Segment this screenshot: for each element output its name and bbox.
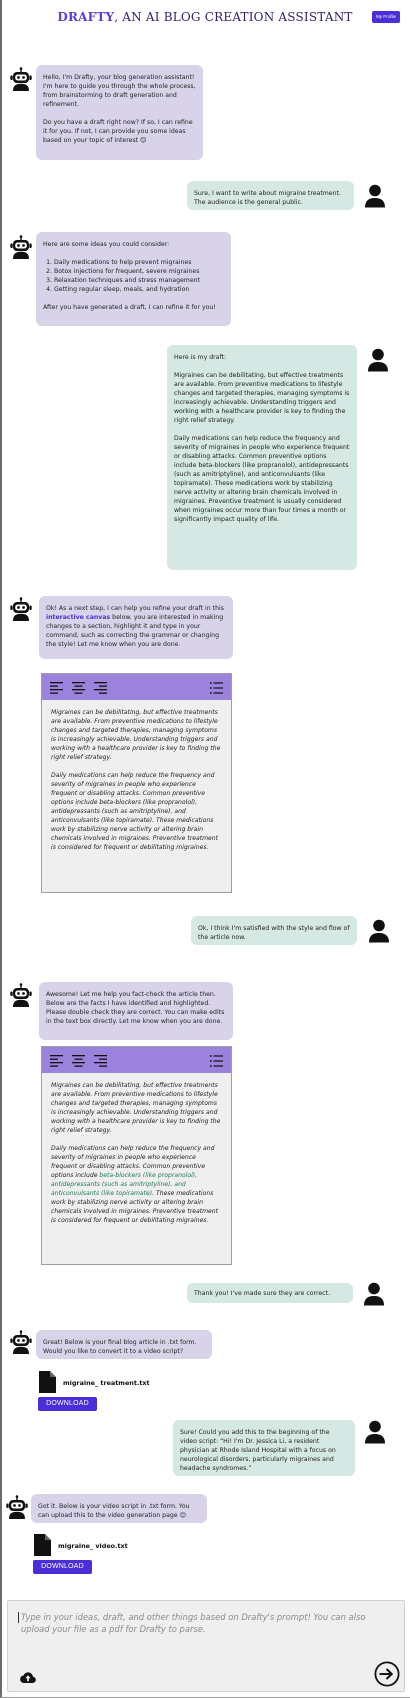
file-name: migraine_ video.txt — [58, 1542, 128, 1550]
message-text: Ok, I think I'm satisfied with the style… — [198, 925, 350, 941]
page-left-border — [0, 0, 2, 1698]
message-text-part: Ok! As a next step, I can help you refin… — [46, 605, 224, 612]
list-item: Relaxation techniques and stress managem… — [54, 276, 224, 285]
canvas-toolbar — [42, 1047, 231, 1073]
bulleted-list-icon[interactable] — [210, 681, 223, 693]
app-title: DRAFTY, AN AI BLOG CREATION ASSISTANT — [0, 10, 410, 24]
list-item: Daily medications to help prevent migrai… — [54, 258, 224, 267]
message-text: Ok! As a next step, I can help you refin… — [46, 604, 226, 649]
composer-input[interactable]: Type in your ideas, draft, and other thi… — [21, 1611, 366, 1635]
ideas-list: Daily medications to help prevent migrai… — [54, 258, 224, 294]
list-item: Botox injections for frequent, severe mi… — [54, 267, 224, 276]
bot-message-canvas-intro: Ok! As a next step, I can help you refin… — [39, 596, 233, 659]
cloud-upload-icon[interactable] — [20, 1671, 36, 1684]
canvas-paragraph: Migraines can be debilitating, but effec… — [51, 709, 221, 761]
align-right-icon[interactable] — [94, 681, 107, 693]
align-left-icon[interactable] — [50, 1054, 63, 1066]
align-left-icon[interactable] — [50, 681, 63, 693]
bot-message-fact-check: Awesome! Let me help you fact-check the … — [39, 982, 233, 1040]
message-text: After you have generated a draft, I can … — [43, 304, 216, 311]
user-message-confirmed: Thank you! I've made sure they are corre… — [187, 1283, 353, 1303]
canvas-text-area[interactable]: Migraines can be debilitating, but effec… — [51, 708, 222, 852]
bot-message-ideas: Here are some ideas you could consider: … — [36, 232, 231, 326]
message-text: Awesome! Let me help you fact-check the … — [46, 991, 225, 1025]
user-message-satisfied: Ok, I think I'm satisfied with the style… — [191, 916, 357, 945]
message-text: Great! Below is your final blog article … — [43, 1339, 197, 1355]
user-avatar-person-icon — [367, 348, 389, 372]
bot-message-video-script: Got it. Below is your video script in .t… — [31, 1494, 207, 1523]
canvas-text-area[interactable]: Migraines can be debilitating, but effec… — [51, 1081, 222, 1225]
canvas-toolbar — [42, 674, 231, 700]
download-video-script-button[interactable]: DOWNLOAD — [33, 1560, 92, 1574]
file-icon — [39, 1371, 56, 1393]
file-icon — [34, 1534, 51, 1556]
download-article-button[interactable]: DOWNLOAD — [38, 1397, 97, 1411]
message-text: Here are some ideas you could consider: — [43, 241, 170, 248]
user-message-intro-request: Sure! Could you add this to the beginnin… — [173, 1420, 355, 1476]
bot-avatar-robot-icon — [6, 1495, 28, 1519]
message-text: Daily medications can help reduce the fr… — [174, 435, 350, 523]
canvas-paragraph: Migraines can be debilitating, but effec… — [51, 1082, 221, 1134]
my-profile-button[interactable]: My Profile — [372, 11, 400, 23]
bot-message-greeting: Hello, I'm Drafty, your blog generation … — [36, 65, 203, 160]
message-composer[interactable]: Type in your ideas, draft, and other thi… — [7, 1600, 405, 1692]
user-avatar-person-icon — [368, 919, 390, 943]
bulleted-list-icon[interactable] — [210, 1054, 223, 1066]
message-text: Here is my draft: — [174, 354, 227, 361]
text-caret — [18, 1612, 19, 1623]
file-attachment-video-script: migraine_ video.txt — [34, 1534, 194, 1558]
user-message-draft: Here is my draft: Migraines can be debil… — [167, 345, 357, 570]
message-text: Sure! Could you add this to the beginnin… — [180, 1429, 336, 1472]
brand-name: DRAFTY — [57, 10, 115, 24]
send-icon[interactable] — [374, 1661, 400, 1687]
align-center-icon[interactable] — [72, 1054, 85, 1066]
user-avatar-person-icon — [363, 1282, 385, 1306]
message-text: Sure, I want to write about migraine tre… — [194, 190, 341, 206]
interactive-canvas-link: interactive canvas — [46, 614, 111, 621]
bot-avatar-robot-icon — [10, 597, 32, 621]
canvas-paragraph: Daily medications can help reduce the fr… — [51, 1144, 222, 1225]
app-header: DRAFTY, AN AI BLOG CREATION ASSISTANT My… — [0, 0, 410, 36]
message-text: Do you have a draft right now? If so, I … — [43, 119, 193, 144]
bot-avatar-robot-icon — [10, 983, 32, 1007]
list-item: Getting regular sleep, meals, and hydrat… — [54, 285, 224, 294]
align-center-icon[interactable] — [72, 681, 85, 693]
file-attachment-article: migraine_ treatment.txt — [39, 1371, 199, 1395]
fact-check-canvas[interactable]: Migraines can be debilitating, but effec… — [41, 1046, 232, 1265]
user-avatar-person-icon — [364, 184, 386, 208]
app-subtitle: , AN AI BLOG CREATION ASSISTANT — [114, 10, 353, 24]
message-text: Hello, I'm Drafty, your blog generation … — [43, 74, 196, 108]
canvas-paragraph: Daily medications can help reduce the fr… — [51, 772, 219, 851]
file-name: migraine_ treatment.txt — [63, 1379, 150, 1387]
message-text: Thank you! I've made sure they are corre… — [194, 1290, 330, 1297]
align-right-icon[interactable] — [94, 1054, 107, 1066]
user-message-topic: Sure, I want to write about migraine tre… — [187, 181, 354, 210]
user-avatar-person-icon — [364, 1420, 386, 1444]
bot-avatar-robot-icon — [10, 67, 32, 91]
bot-message-final-article: Great! Below is your final blog article … — [36, 1330, 212, 1359]
interactive-canvas[interactable]: Migraines can be debilitating, but effec… — [41, 673, 232, 893]
bot-avatar-robot-icon — [10, 235, 32, 259]
message-text: Got it. Below is your video script in .t… — [38, 1503, 190, 1519]
message-text: Migraines can be debilitating, but effec… — [174, 372, 350, 424]
bot-avatar-robot-icon — [10, 1330, 32, 1354]
